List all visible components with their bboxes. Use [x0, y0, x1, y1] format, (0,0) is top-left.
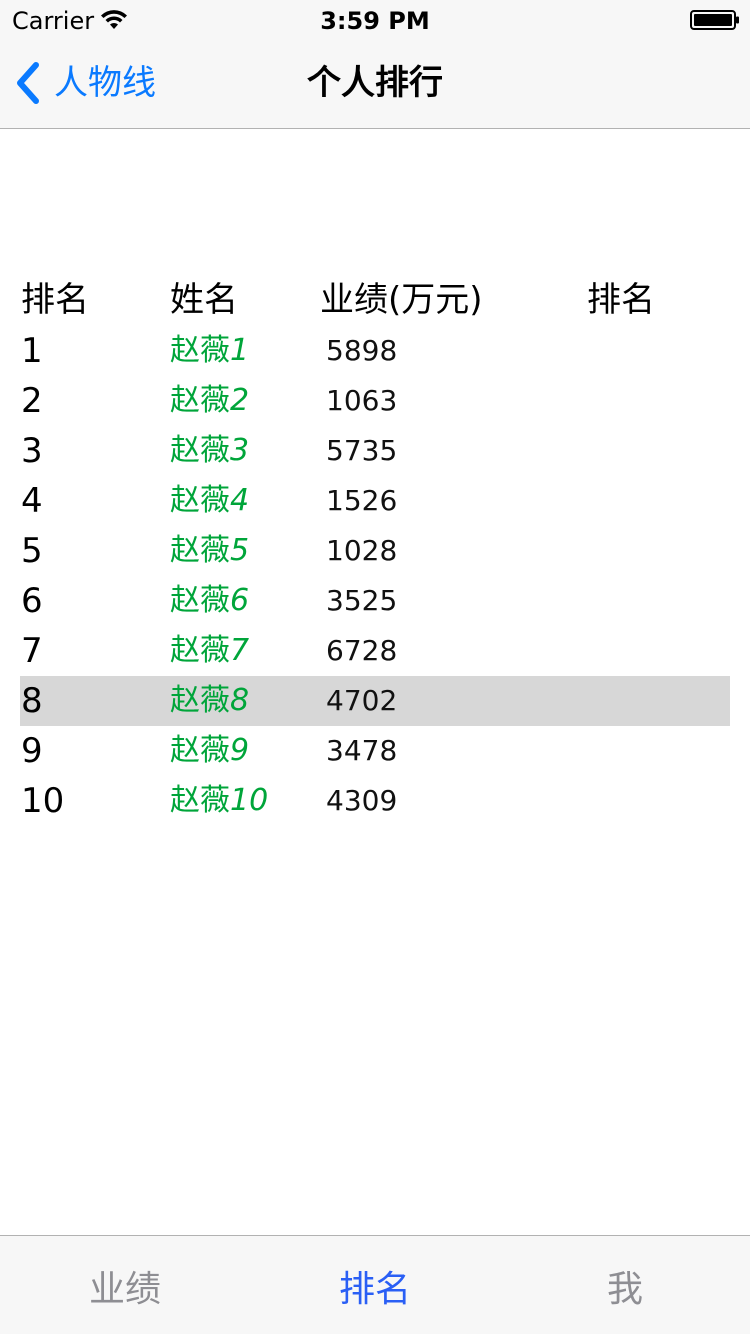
column-header-name: 姓名	[170, 280, 238, 320]
table-row-selected[interactable]: 8 赵薇8 4702	[20, 676, 730, 726]
name-cell: 赵薇3	[170, 433, 250, 468]
rank-cell: 1	[21, 331, 43, 371]
table-row[interactable]: 9 赵薇9 3478	[20, 726, 730, 776]
rank-cell: 6	[21, 581, 43, 621]
table-row[interactable]: 5 赵薇5 1028	[20, 526, 730, 576]
performance-cell: 1028	[326, 534, 398, 567]
table-row[interactable]: 2 赵薇2 1063	[20, 376, 730, 426]
table-row[interactable]: 3 赵薇3 5735	[20, 426, 730, 476]
performance-cell: 4702	[326, 684, 398, 717]
rank-cell: 5	[21, 531, 43, 571]
performance-cell: 1526	[326, 484, 398, 517]
rank-cell: 2	[21, 381, 43, 421]
ranking-table: 1 赵薇1 5898 2 赵薇2 1063 3 赵薇3 5735 4 赵薇4 1…	[20, 326, 730, 826]
performance-cell: 3478	[326, 734, 398, 767]
name-cell: 赵薇7	[170, 633, 250, 668]
performance-cell: 5898	[326, 334, 398, 367]
performance-cell: 6728	[326, 634, 398, 667]
rank-cell: 8	[21, 681, 43, 721]
table-row[interactable]: 6 赵薇6 3525	[20, 576, 730, 626]
name-cell: 赵薇5	[170, 533, 250, 568]
clock: 3:59 PM	[320, 7, 430, 35]
name-cell: 赵薇4	[170, 483, 250, 518]
tab-me[interactable]: 我	[500, 1236, 750, 1335]
column-header-performance: 业绩(万元)	[320, 280, 483, 320]
table-row[interactable]: 7 赵薇7 6728	[20, 626, 730, 676]
performance-cell: 5735	[326, 434, 398, 467]
name-cell: 赵薇2	[170, 383, 250, 418]
tab-performance[interactable]: 业绩	[0, 1236, 250, 1335]
rank-cell: 4	[21, 481, 43, 521]
table-row[interactable]: 1 赵薇1 5898	[20, 326, 730, 376]
table-row[interactable]: 10 赵薇10 4309	[20, 776, 730, 826]
name-cell: 赵薇10	[170, 783, 269, 818]
tab-ranking[interactable]: 排名	[250, 1236, 500, 1335]
rank-cell: 7	[21, 631, 43, 671]
name-cell: 赵薇9	[170, 733, 250, 768]
table-row[interactable]: 4 赵薇4 1526	[20, 476, 730, 526]
performance-cell: 3525	[326, 584, 398, 617]
battery-icon	[690, 10, 739, 30]
navigation-bar: 人物线 个人排行	[0, 40, 750, 129]
rank-cell: 9	[21, 731, 43, 771]
column-header-rank-2: 排名	[587, 280, 655, 320]
performance-cell: 4309	[326, 784, 398, 817]
name-cell: 赵薇1	[170, 333, 250, 368]
name-cell: 赵薇8	[170, 683, 250, 718]
column-header-rank: 排名	[21, 280, 89, 320]
page-title: 个人排行	[307, 63, 443, 103]
name-cell: 赵薇6	[170, 583, 250, 618]
performance-cell: 1063	[326, 384, 398, 417]
tab-bar: 业绩 排名 我	[0, 1235, 750, 1334]
table-header: 排名 姓名 业绩(万元) 排名	[0, 276, 750, 324]
rank-cell: 10	[21, 781, 65, 821]
status-bar: Carrier 3:59 PM	[0, 0, 750, 40]
rank-cell: 3	[21, 431, 43, 471]
